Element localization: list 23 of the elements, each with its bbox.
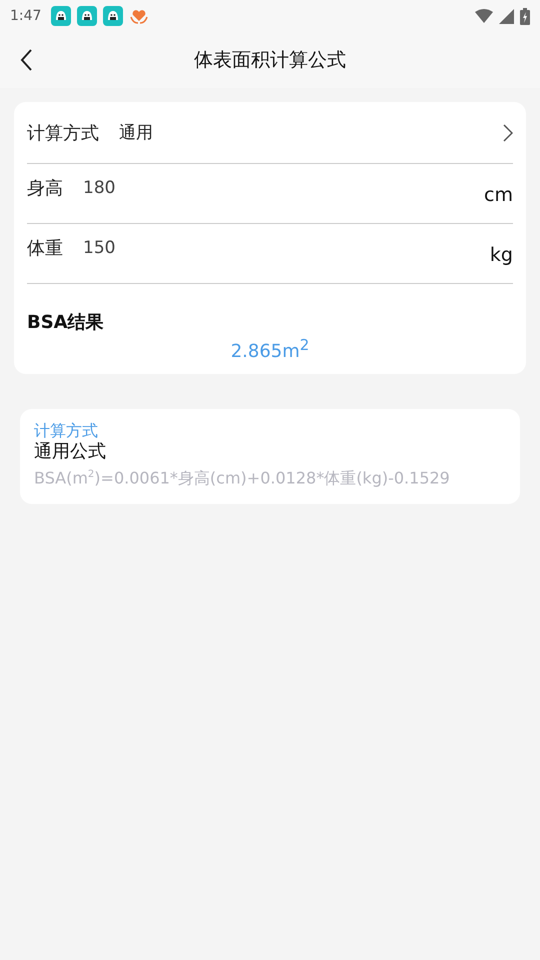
app-notification-icon xyxy=(103,6,124,26)
method-label: 计算方式 xyxy=(27,122,99,144)
page-title: 体表面积计算公式 xyxy=(194,48,346,73)
result-value: 2.865m$^{2}$ xyxy=(230,341,310,362)
formula-name: 通用公式 xyxy=(34,441,107,463)
result-label: BSA结果 xyxy=(27,311,105,334)
battery-icon xyxy=(520,8,530,24)
wifi-icon xyxy=(475,9,493,23)
app-notification-icon xyxy=(77,6,98,26)
field-label: 身高 xyxy=(27,177,63,200)
back-icon[interactable] xyxy=(19,48,33,72)
method-value[interactable]: 通用 xyxy=(119,121,503,144)
chevron-right-icon[interactable] xyxy=(503,124,513,142)
value-input[interactable]: 150 xyxy=(83,238,490,258)
formula-heading: 计算方式 xyxy=(34,421,99,441)
unit-label: cm xyxy=(484,184,513,206)
app-notification-icon xyxy=(51,6,72,26)
status-time: 1:47 xyxy=(10,8,42,24)
value-input[interactable]: 180 xyxy=(83,178,484,198)
signal-icon xyxy=(499,8,514,24)
unit-label: kg xyxy=(490,244,513,266)
formula-text: BSA(m$^{2}$)=0.0061*身高(cm)+0.0128*体重(kg)-0.1529 xyxy=(34,467,451,490)
field-label: 体重 xyxy=(27,237,63,260)
